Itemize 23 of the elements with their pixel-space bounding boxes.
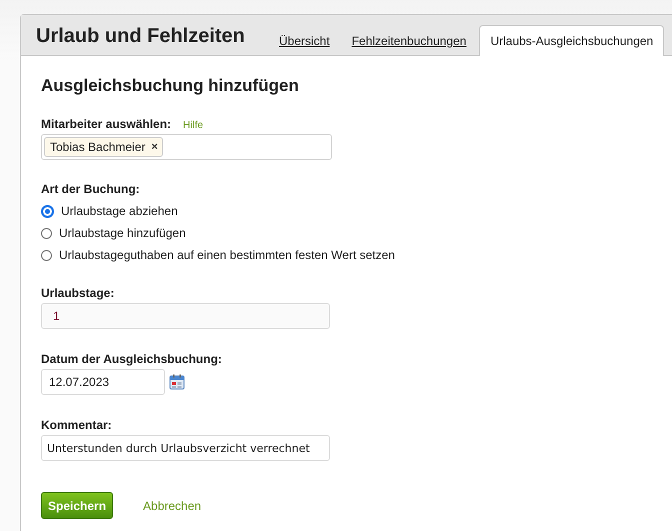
section-heading: Ausgleichsbuchung hinzufügen [41,76,300,96]
employee-select-field[interactable]: Tobias Bachmeier × [41,134,332,160]
remove-tag-button[interactable]: × [151,141,158,153]
tab[interactable]: Übersicht [268,34,341,55]
field-label: Art der Buchung: [41,182,141,196]
date-input-field[interactable]: 12.07.2023 [41,369,165,395]
radio-button[interactable] [41,228,52,238]
tab[interactable]: Urlaubs-Ausgleichsbuchungen [479,25,664,56]
tag-label: Tobias Bachmeier [50,140,146,154]
page-title: Urlaub und Fehlzeiten [36,25,246,48]
field-label: Urlaubstage: [41,286,116,300]
field-label: Kommentar: [41,418,113,432]
radio-label: Urlaubstage hinzufügen [59,226,186,240]
calendar-icon[interactable] [169,374,185,390]
radio-button[interactable] [41,250,52,260]
tab[interactable]: Fehlzeitenbuchungen [340,34,478,55]
field-label: Mitarbeiter auswählen: [41,117,172,131]
radio-label: Urlaubstageguthaben auf einen bestimmten festen Wert setzen [59,248,395,262]
comment-input-field[interactable]: Unterstunden durch Urlaubsverzicht verrechnet [41,435,330,461]
radio-label: Urlaubstage abziehen [61,204,178,218]
radio-button[interactable] [41,204,54,218]
field-label: Datum der Ausgleichsbuchung: [41,352,223,366]
days-input-field[interactable]: 1 [41,303,330,329]
